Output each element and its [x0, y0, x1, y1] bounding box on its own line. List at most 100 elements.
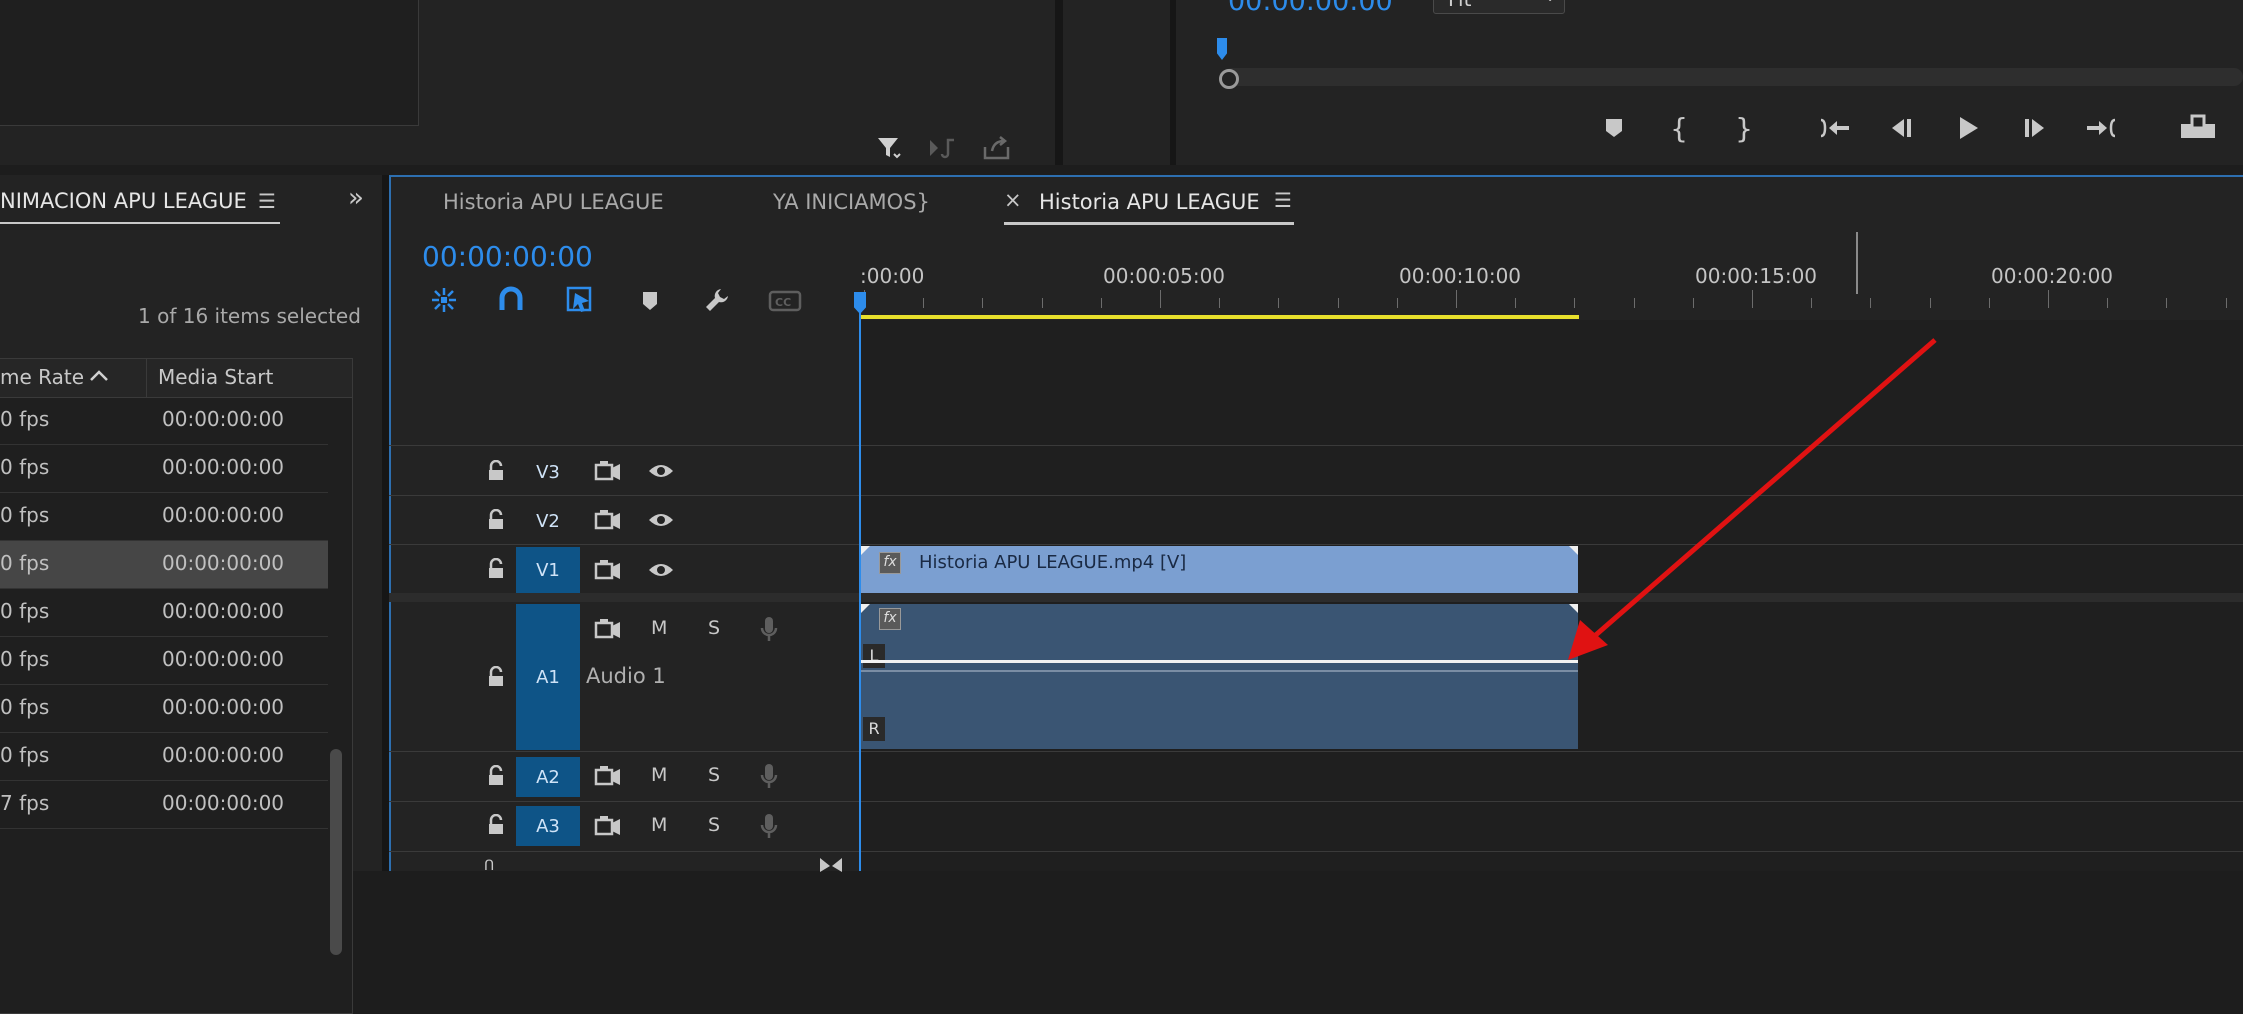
table-row[interactable]: 0 fps 00:00:00:00: [0, 493, 328, 541]
nest-sequence-icon[interactable]: [426, 283, 462, 317]
lock-track-a2-icon[interactable]: [481, 761, 511, 791]
panel-gap-vertical: [382, 175, 389, 871]
expand-panels-icon[interactable]: »: [348, 183, 364, 213]
track-target-v2[interactable]: V2: [516, 501, 580, 541]
table-row[interactable]: 0 fps 00:00:00:00: [0, 397, 328, 445]
play-icon[interactable]: [1948, 110, 1988, 146]
column-header-frame-rate[interactable]: me Rate: [0, 359, 147, 397]
mix-track-lock-icon[interactable]: ᑎ: [484, 858, 494, 874]
program-monitor: 00:00:00:00 Fit ⌄ { }: [1063, 0, 2243, 165]
table-row[interactable]: 0 fps 00:00:00:00: [0, 541, 328, 589]
track-target-a3[interactable]: A3: [516, 806, 580, 846]
table-row[interactable]: 0 fps 00:00:00:00: [0, 685, 328, 733]
step-back-icon[interactable]: [1881, 110, 1921, 146]
ruler-tick: [982, 298, 984, 308]
program-ruler[interactable]: [1213, 40, 2243, 62]
audio-clip-start-handle[interactable]: [861, 604, 870, 613]
go-to-out-icon[interactable]: [2080, 110, 2124, 146]
close-tab-icon[interactable]: ×: [1004, 188, 1022, 212]
eye-v2-icon[interactable]: [643, 502, 679, 538]
panel-menu-icon[interactable]: ☰: [258, 189, 276, 213]
fx-badge-video[interactable]: fx: [879, 552, 901, 574]
table-row[interactable]: 0 fps 00:00:00:00: [0, 637, 328, 685]
table-row[interactable]: 0 fps 00:00:00:00: [0, 445, 328, 493]
go-to-in-icon[interactable]: [1814, 110, 1858, 146]
eye-v3-icon[interactable]: [643, 453, 679, 489]
project-panel-title[interactable]: NIMACION APU LEAGUE: [0, 189, 247, 213]
table-row[interactable]: 0 fps 00:00:00:00: [0, 589, 328, 637]
lock-track-a3-icon[interactable]: [481, 810, 511, 840]
lock-track-v2-icon[interactable]: [481, 505, 511, 535]
ruler-tick: [1515, 298, 1517, 308]
export-frame-icon[interactable]: [2175, 108, 2221, 148]
channel-right-label: R: [863, 717, 885, 741]
column-header-media-start[interactable]: Media Start: [158, 365, 273, 389]
sync-lock-a1-icon[interactable]: [590, 611, 626, 647]
tab-historia-apu-league-active[interactable]: Historia APU LEAGUE: [1039, 190, 1260, 214]
lock-track-v3-icon[interactable]: [481, 456, 511, 486]
voiceover-a3-icon[interactable]: [754, 808, 784, 844]
timeline-playhead[interactable]: [859, 293, 861, 871]
ruler-tick: [2048, 290, 2049, 308]
clip-start-handle[interactable]: [861, 546, 870, 555]
sync-lock-v1-icon[interactable]: [590, 552, 626, 588]
eye-v1-icon[interactable]: [643, 552, 679, 588]
sync-lock-v3-icon[interactable]: [590, 453, 626, 489]
sync-lock-v2-icon[interactable]: [590, 502, 626, 538]
mute-a3-button[interactable]: M: [651, 814, 667, 836]
zoom-select-value: Fit: [1448, 0, 1471, 11]
audio-clip[interactable]: fx L R: [861, 604, 1578, 749]
step-forward-icon[interactable]: [2015, 110, 2055, 146]
sort-ascending-icon[interactable]: [88, 365, 110, 391]
mix-end-icon[interactable]: [818, 856, 844, 876]
program-timecode[interactable]: 00:00:00:00: [1228, 0, 1393, 17]
mute-a2-button[interactable]: M: [651, 764, 667, 786]
filter-icon[interactable]: [872, 131, 906, 165]
solo-a3-button[interactable]: S: [708, 814, 720, 836]
add-marker-icon[interactable]: [1594, 110, 1634, 146]
wrench-icon[interactable]: [699, 283, 735, 317]
zoom-select[interactable]: Fit ⌄: [1433, 0, 1565, 14]
ruler-divider-line: [1856, 232, 1858, 294]
lock-track-v1-icon[interactable]: [481, 554, 511, 584]
tab-ya-iniciamos[interactable]: YA INICIAMOS}: [773, 190, 930, 214]
sync-lock-a2-icon[interactable]: [590, 758, 626, 794]
export-icon[interactable]: [980, 131, 1014, 165]
mark-in-icon[interactable]: {: [1659, 110, 1699, 146]
mute-a1-button[interactable]: M: [651, 617, 667, 639]
sync-lock-a3-icon[interactable]: [590, 808, 626, 844]
linked-selection-icon[interactable]: [562, 283, 598, 317]
zoom-handle[interactable]: [1219, 69, 1239, 89]
time-ruler[interactable]: :00:00 00:00:05:00 00:00:10:00 00:00:15:…: [860, 232, 2243, 318]
ruler-label-5: 00:00:05:00: [1103, 264, 1226, 288]
voiceover-a1-icon[interactable]: [754, 611, 784, 647]
lock-track-a1-icon[interactable]: [481, 662, 511, 692]
table-row[interactable]: 0 fps 00:00:00:00: [0, 733, 328, 781]
audio-1-name[interactable]: Audio 1: [586, 664, 666, 688]
table-row[interactable]: 7 fps 00:00:00:00: [0, 781, 328, 829]
track-target-v1[interactable]: V1: [516, 547, 580, 593]
track-target-a2[interactable]: A2: [516, 757, 580, 797]
timeline-timecode[interactable]: 00:00:00:00: [422, 240, 593, 273]
video-clip[interactable]: fx Historia APU LEAGUE.mp4 [V]: [861, 546, 1578, 593]
captions-icon[interactable]: CC: [765, 285, 805, 317]
track-target-a1[interactable]: A1: [516, 604, 580, 750]
media-start-cell: 00:00:00:00: [162, 647, 285, 671]
track-target-v3[interactable]: V3: [516, 452, 580, 492]
program-scrollbar[interactable]: [1223, 68, 2243, 86]
tab-historia-apu-league-1[interactable]: Historia APU LEAGUE: [443, 190, 664, 214]
snap-magnet-icon[interactable]: [493, 283, 529, 317]
ruler-tick: [1692, 298, 1694, 308]
mark-out-icon[interactable]: }: [1724, 110, 1764, 146]
program-divider: [1170, 0, 1176, 165]
work-area-bar[interactable]: [860, 315, 1579, 319]
list-scrollbar[interactable]: [330, 749, 342, 955]
fx-badge-audio[interactable]: fx: [879, 608, 901, 630]
divider-v3: [389, 495, 2243, 496]
solo-a1-button[interactable]: S: [708, 617, 720, 639]
voiceover-a2-icon[interactable]: [754, 758, 784, 794]
add-marker-timeline-icon[interactable]: [632, 285, 668, 317]
automate-icon[interactable]: [926, 131, 960, 165]
solo-a2-button[interactable]: S: [708, 764, 720, 786]
timeline-menu-icon[interactable]: ☰: [1274, 188, 1292, 212]
